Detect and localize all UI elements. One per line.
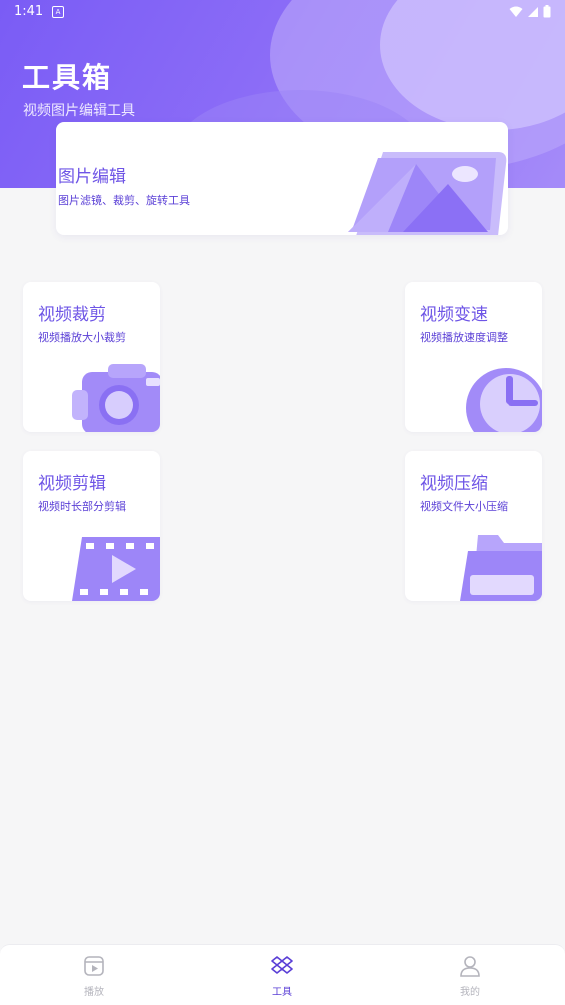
battery-icon [543, 5, 551, 18]
image-photo-icon [348, 152, 507, 235]
image-edit-card[interactable]: 图片编辑 图片滤镜、裁剪、旋转工具 [56, 122, 508, 235]
card-description: 视频时长部分剪辑 [38, 500, 126, 513]
bottom-navigation: 播放 工具 我的 [0, 944, 565, 1005]
clock-icon [466, 368, 542, 432]
video-speed-card[interactable]: 视频变速 视频播放速度调整 [405, 282, 542, 432]
nav-item-tools[interactable]: 工具 [242, 955, 322, 998]
folder-icon [460, 535, 542, 601]
card-description: 图片滤镜、裁剪、旋转工具 [58, 194, 190, 207]
video-edit-card[interactable]: 视频剪辑 视频时长部分剪辑 [23, 451, 160, 601]
nav-label: 工具 [272, 987, 292, 998]
status-time: 1:41 [14, 4, 44, 19]
nav-item-mine[interactable]: 我的 [430, 955, 510, 998]
user-icon [460, 956, 480, 977]
status-bar: 1:41 A [0, 0, 565, 24]
video-crop-card[interactable]: 视频裁剪 视频播放大小裁剪 [23, 282, 160, 432]
page-subtitle: 视频图片编辑工具 [23, 103, 135, 119]
video-compress-card[interactable]: 视频压缩 视频文件大小压缩 [405, 451, 542, 601]
card-description: 视频播放速度调整 [420, 331, 508, 344]
signal-icon [528, 6, 538, 17]
film-play-icon [72, 537, 160, 601]
notification-icon: A [52, 6, 64, 18]
camera-icon [72, 364, 160, 432]
play-icon [84, 956, 104, 976]
card-title: 图片编辑 [58, 167, 126, 187]
card-title: 视频剪辑 [38, 474, 106, 494]
card-description: 视频文件大小压缩 [420, 500, 508, 513]
card-title: 视频裁剪 [38, 305, 106, 325]
nav-item-play[interactable]: 播放 [54, 955, 134, 998]
page-title: 工具箱 [22, 61, 113, 94]
toolbox-icon [271, 956, 293, 974]
nav-label: 播放 [84, 987, 104, 998]
nav-label: 我的 [460, 987, 480, 998]
card-title: 视频变速 [420, 305, 488, 325]
status-icons [509, 5, 551, 18]
card-description: 视频播放大小裁剪 [38, 331, 126, 344]
wifi-icon [509, 6, 523, 17]
card-title: 视频压缩 [420, 474, 488, 494]
